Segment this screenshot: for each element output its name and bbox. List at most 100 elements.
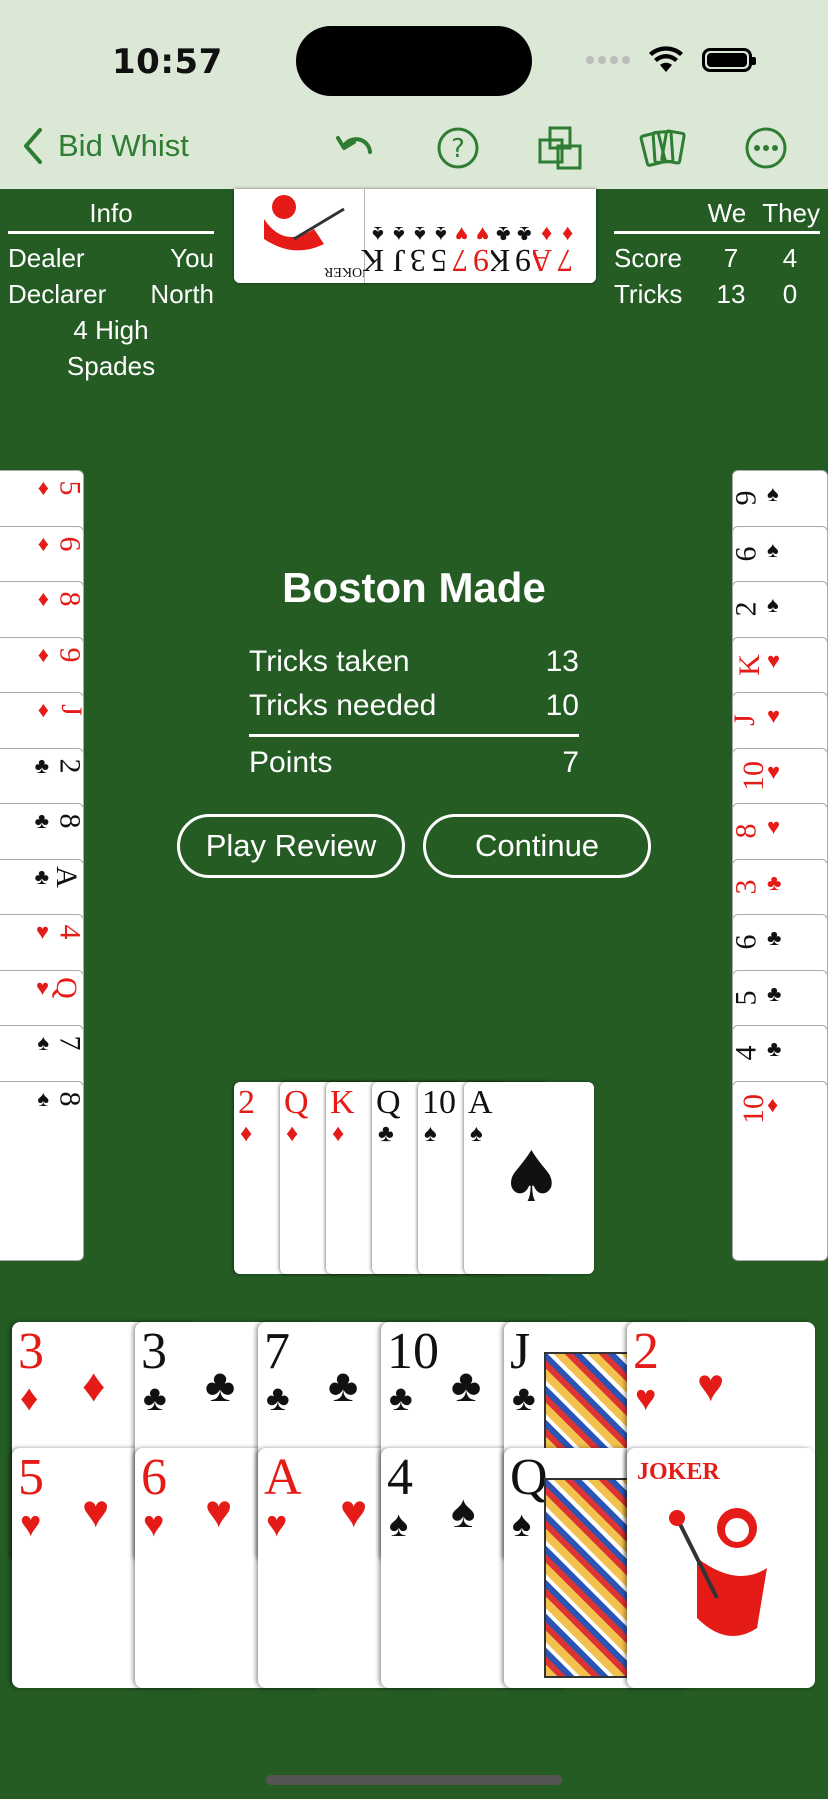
west-hand: 5 ♦ 6 ♦ 8 ♦ 9 ♦ J ♦ 2 ♣ 8 ♣ A ♣ 4 ♥ Q ♥ 7 ♠ 8 ♠ bbox=[0, 470, 88, 1261]
card-rank: 3 bbox=[410, 243, 426, 279]
north-card: ♣ K bbox=[487, 189, 512, 283]
face-card-art bbox=[544, 1478, 634, 1678]
declarer-label: Declarer bbox=[8, 279, 107, 309]
joker-label: JOKER bbox=[637, 1459, 720, 1485]
card-pip: ♣ bbox=[328, 1359, 359, 1411]
result-title: Boston Made bbox=[282, 564, 546, 611]
bid-suit: Spades bbox=[66, 351, 156, 381]
card-rank: 7 bbox=[53, 1035, 87, 1051]
trick-card: A ♠ ♠ bbox=[464, 1082, 594, 1274]
card-rank: 7 bbox=[557, 243, 573, 279]
card-suit: ♦ bbox=[37, 586, 49, 611]
card-suit: ♥ bbox=[35, 919, 49, 944]
help-icon[interactable]: ? bbox=[434, 124, 482, 172]
tricks-needed-label: Tricks needed bbox=[249, 689, 437, 722]
tricks-they: 0 bbox=[782, 279, 798, 309]
result-divider bbox=[249, 734, 579, 737]
card-suit: ♥ bbox=[767, 758, 781, 784]
hint-icon[interactable] bbox=[536, 124, 584, 172]
card-suit: ♠ bbox=[389, 1503, 409, 1544]
tricks-needed-value: 10 bbox=[545, 689, 579, 722]
joker-art-icon bbox=[669, 1508, 767, 1636]
card-suit: ♦ bbox=[37, 641, 49, 667]
card-rank: A bbox=[264, 1449, 302, 1506]
score-we: 7 bbox=[723, 243, 739, 273]
north-card: ♥ 9 bbox=[469, 189, 491, 283]
info-panel: Info Dealer You Declarer North 4 High Spad… bbox=[8, 198, 214, 384]
card-suit: ♠ bbox=[424, 1120, 437, 1147]
card-rank: 8 bbox=[53, 1091, 87, 1106]
dynamic-island bbox=[296, 26, 532, 96]
card-rank: Q bbox=[50, 976, 84, 999]
tricks-we: 13 bbox=[716, 279, 746, 309]
card-rank: 6 bbox=[729, 934, 763, 950]
card-suit: ♥ bbox=[635, 1377, 657, 1418]
back-label: Bid Whist bbox=[58, 128, 189, 163]
nav-bar: Bid Whist ? bbox=[0, 118, 828, 178]
hand-card[interactable]: JOKER bbox=[627, 1448, 815, 1688]
card-rank: 4 bbox=[387, 1449, 413, 1506]
ace-center-pip: ♠ bbox=[500, 1136, 563, 1218]
card-rank: 5 bbox=[53, 480, 87, 496]
top-bar: 10:57 Bid Whist ? bbox=[0, 0, 828, 189]
card-suit: ♥ bbox=[266, 1503, 288, 1544]
status-icons bbox=[586, 46, 756, 74]
card-rank: 7 bbox=[264, 1323, 290, 1380]
card-rank: 2 bbox=[729, 601, 763, 617]
north-card: ♥ 7 bbox=[448, 189, 470, 283]
card-rank: A bbox=[468, 1084, 493, 1121]
continue-button[interactable]: Continue bbox=[423, 814, 651, 878]
dealer-value: You bbox=[170, 243, 214, 273]
result-table: Tricks taken 13 Tricks needed 10 Points 7 bbox=[249, 640, 579, 785]
points-value: 7 bbox=[562, 746, 579, 779]
status-time: 10:57 bbox=[112, 42, 223, 82]
card-suit: ♦ bbox=[332, 1120, 345, 1147]
card-suit: ♠ bbox=[767, 592, 779, 617]
card-rank: 4 bbox=[729, 1045, 763, 1061]
card-rank: K bbox=[330, 1084, 355, 1121]
card-suit: ♠ bbox=[767, 536, 779, 562]
card-rank: Q bbox=[510, 1449, 548, 1506]
bid-level: 4 High bbox=[73, 315, 149, 345]
card-pip: ♣ bbox=[451, 1359, 482, 1411]
card-rank: 10 bbox=[737, 760, 770, 791]
card-suit: ♣ bbox=[767, 869, 782, 895]
card-suit: ♦ bbox=[37, 475, 49, 500]
play-review-button[interactable]: Play Review bbox=[177, 814, 405, 878]
card-rank: 6 bbox=[141, 1449, 167, 1506]
cards-icon[interactable] bbox=[638, 124, 686, 172]
col-they: They bbox=[762, 198, 820, 228]
card-suit: ♣ bbox=[767, 925, 782, 950]
card-suit: ♠ bbox=[37, 1030, 49, 1055]
tricks-label: Tricks bbox=[614, 279, 683, 309]
north-card: ♦ A bbox=[529, 189, 554, 283]
card-rank: 2 bbox=[53, 758, 87, 773]
north-card: ♠ J bbox=[385, 189, 407, 283]
card-rank: 2 bbox=[633, 1323, 659, 1380]
card-suit: ♣ bbox=[266, 1377, 290, 1418]
score-they: 4 bbox=[782, 243, 798, 273]
card-pip: ♥ bbox=[205, 1485, 233, 1537]
card-rank: 3 bbox=[141, 1323, 167, 1380]
back-button[interactable]: Bid Whist bbox=[20, 126, 189, 166]
card-rank: Q bbox=[284, 1084, 309, 1121]
card-rank: 8 bbox=[53, 591, 87, 607]
card-rank: 4 bbox=[53, 924, 87, 940]
card-suit: ♦ bbox=[37, 697, 49, 722]
more-icon[interactable] bbox=[742, 124, 790, 172]
card-pip: ♥ bbox=[82, 1485, 110, 1537]
undo-icon[interactable] bbox=[330, 124, 378, 172]
north-hand: JOKER ♦4♦7♦A♣9♣K♥9♥7♠5♠3♠J♠K bbox=[234, 189, 596, 283]
card-suit: ♣ bbox=[34, 752, 49, 778]
card-rank: 6 bbox=[53, 536, 87, 551]
card-rank: 9 bbox=[473, 243, 489, 279]
card-suit: ♥ bbox=[767, 814, 781, 839]
card-rank: K bbox=[360, 243, 384, 279]
card-rank: 9 bbox=[53, 647, 87, 662]
col-we: We bbox=[707, 198, 747, 228]
points-label: Points bbox=[249, 746, 333, 779]
card-suit: ♦ bbox=[37, 530, 49, 556]
score-label: Score bbox=[614, 243, 682, 273]
wifi-icon bbox=[649, 46, 683, 72]
svg-text:?: ? bbox=[451, 134, 465, 164]
